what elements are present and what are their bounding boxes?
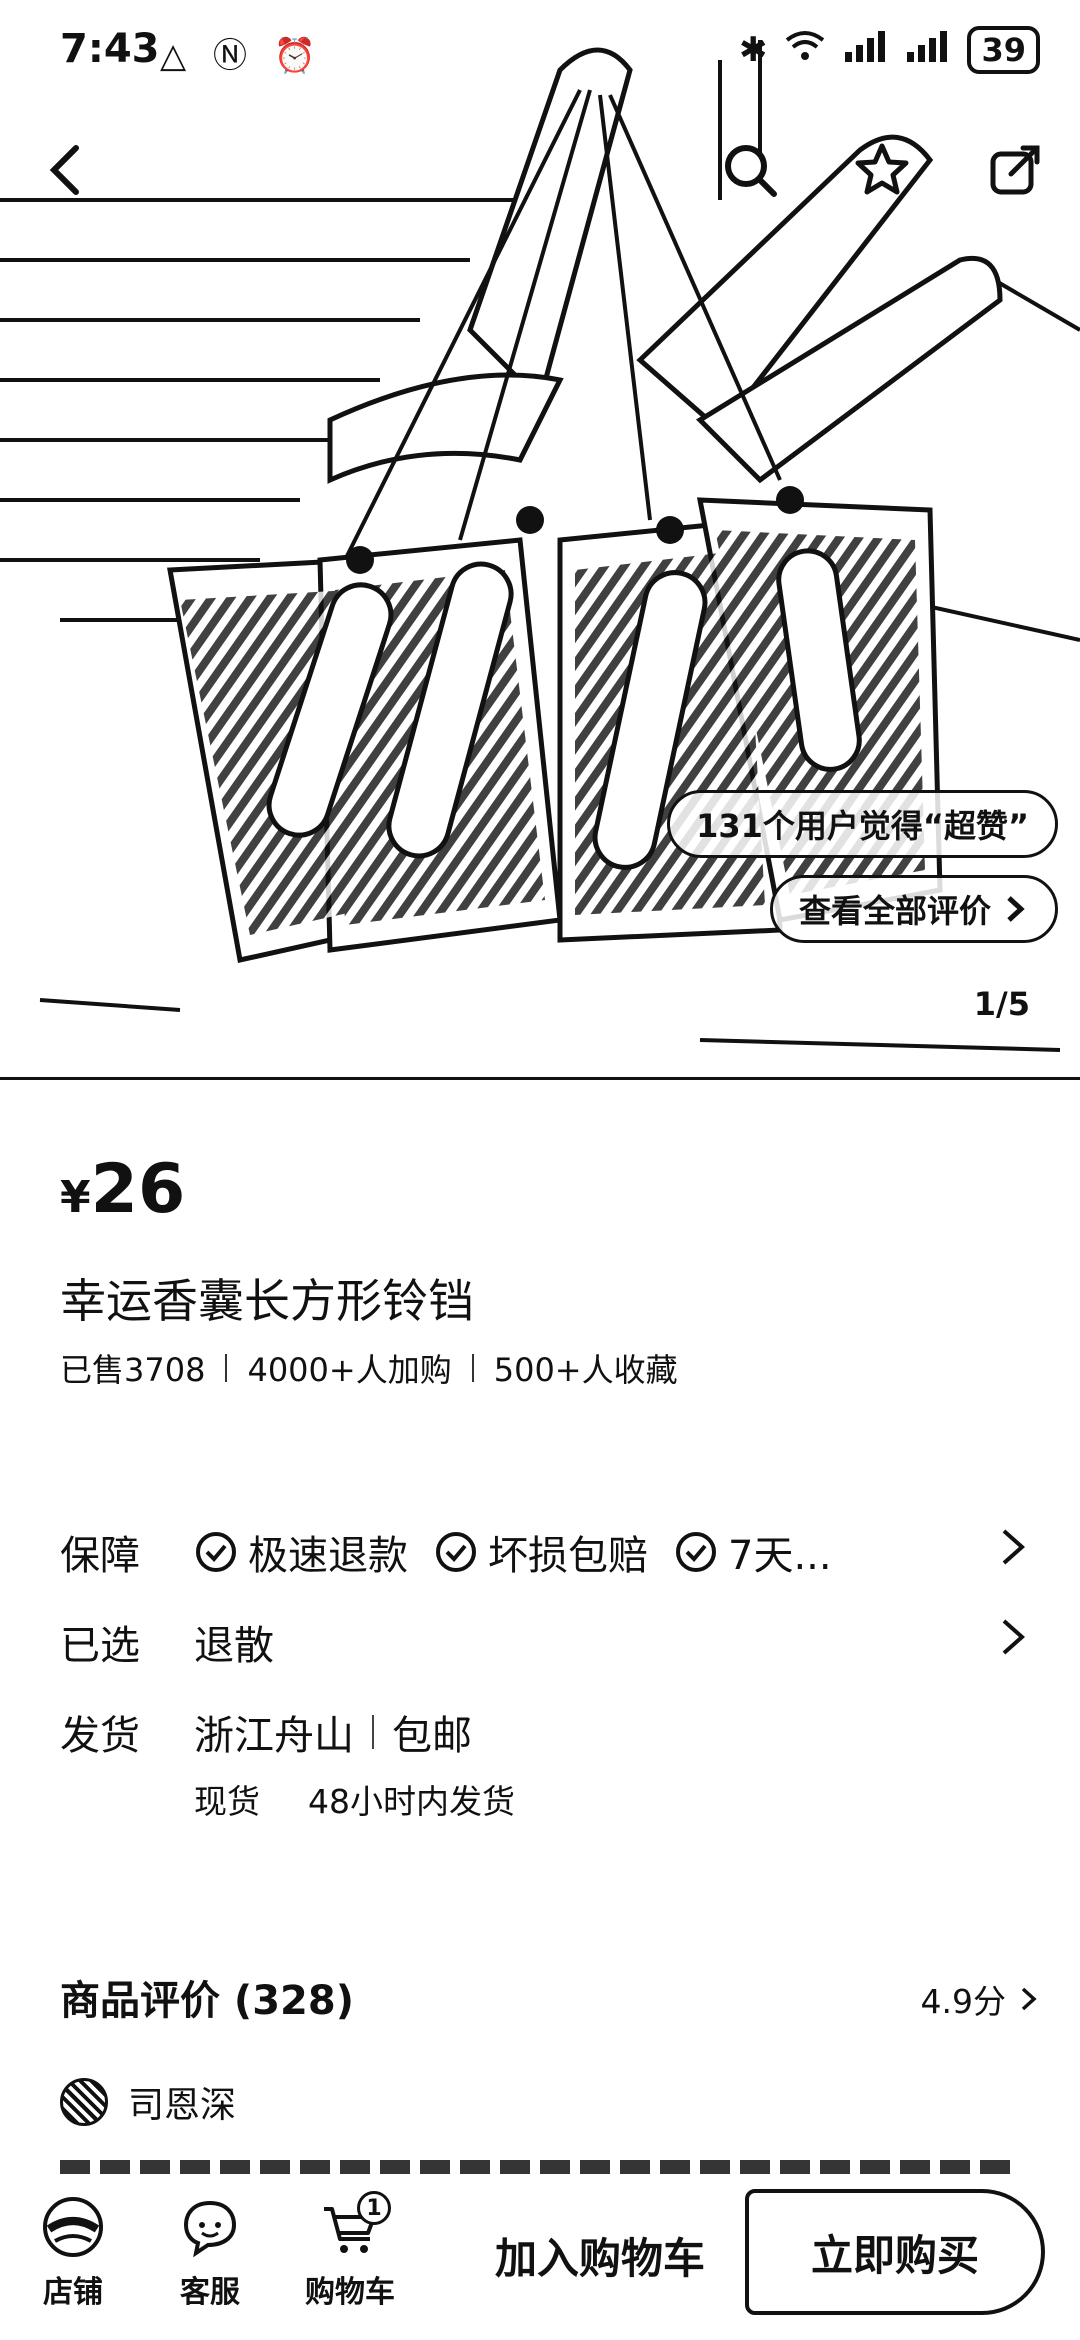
guarantee-item: 7天... (674, 1523, 832, 1581)
stock-status: 现货 (194, 1782, 260, 1821)
review-item[interactable]: 司恩深 (60, 2076, 236, 2128)
buy-now-button[interactable]: 立即购买 (745, 2189, 1045, 2315)
chat-bubble-icon (183, 2200, 237, 2258)
share-button[interactable] (975, 130, 1055, 210)
guarantee-label: 保障 (60, 1533, 140, 1579)
wifi-icon (785, 30, 825, 71)
dispatch-time: 48小时内发货 (308, 1782, 515, 1821)
view-all-reviews-button[interactable]: 查看全部评价 (769, 875, 1058, 943)
search-button[interactable] (710, 130, 790, 210)
shipping-details: 现货 48小时内发货 (194, 1775, 515, 1823)
cart-count: 4000+人加购 (247, 1351, 452, 1389)
signal-icon (843, 30, 887, 71)
guarantee-item: 极速退款 (194, 1523, 408, 1581)
chevron-right-icon (1021, 1987, 1037, 2011)
bottom-action-bar: 店铺 客服 购物车 1 加入购物车 立即购买 (0, 2175, 1080, 2340)
review-text-peek (60, 2146, 1020, 2174)
product-title: 幸运香囊长方形铃铛 (60, 1274, 474, 1328)
review-highlight-text: 131个用户觉得“超赞” (696, 807, 1029, 845)
reviews-title[interactable]: 商品评价 (328) (60, 1968, 354, 2026)
price-value: 26 (90, 1150, 186, 1229)
view-all-reviews-label: 查看全部评价 (798, 892, 991, 930)
selected-label: 已选 (60, 1623, 140, 1669)
back-button[interactable] (28, 130, 108, 210)
status-time: 7:43 (60, 26, 160, 72)
status-bar: 7:43 △ Ⓝ ⏰ ✱ 39 (0, 0, 1080, 100)
divider (225, 1354, 228, 1382)
guarantee-item: 坏损包赔 (434, 1523, 648, 1581)
guarantee-row[interactable]: 保障 极速退款 坏损包赔 7天... (60, 1523, 1030, 1581)
product-stats: 已售3708 4000+人加购 500+人收藏 (60, 1345, 678, 1391)
shipping-origin: 浙江舟山 (194, 1713, 354, 1759)
shop-tab[interactable]: 店铺 (18, 2195, 128, 2311)
sold-count: 已售3708 (60, 1351, 206, 1389)
divider (471, 1354, 474, 1382)
product-price: ¥26 (60, 1150, 185, 1229)
avatar (60, 2078, 108, 2126)
product-image-carousel[interactable]: 7:43 △ Ⓝ ⏰ ✱ 39 131个用户觉得“超赞” 查看全部评价 1/5 (0, 0, 1080, 1080)
star-icon (855, 143, 909, 195)
shipping-label: 发货 (60, 1713, 140, 1759)
reviewer-name: 司恩深 (128, 2085, 237, 2126)
customer-service-tab[interactable]: 客服 (155, 2195, 265, 2311)
cart-label: 购物车 (305, 2275, 395, 2310)
add-to-cart-button[interactable]: 加入购物车 (470, 2205, 730, 2305)
battery-indicator: 39 (967, 26, 1040, 74)
reviews-score: 4.9分 (920, 1982, 1006, 2021)
reviews-score-link[interactable]: 4.9分 (921, 1975, 1040, 2023)
shop-label: 店铺 (43, 2275, 103, 2310)
chevron-right-icon (996, 1525, 1030, 1579)
review-highlight-pill[interactable]: 131个用户觉得“超赞” (667, 790, 1058, 858)
shipping-fee: 包邮 (392, 1713, 472, 1759)
bluetooth-icon: ✱ (738, 30, 768, 70)
signal-5g-icon (905, 30, 949, 71)
favorite-button[interactable] (842, 130, 922, 210)
image-pager: 1/5 (973, 985, 1030, 1023)
shipping-row: 发货 浙江舟山 包邮 (60, 1703, 1030, 1761)
selected-value: 退散 (194, 1623, 274, 1669)
favorite-count: 500+人收藏 (493, 1351, 678, 1389)
status-right: ✱ 39 (739, 26, 1040, 74)
search-icon (725, 145, 777, 197)
check-circle-icon (436, 1532, 476, 1572)
chevron-right-icon (996, 1615, 1030, 1669)
check-circle-icon (196, 1532, 236, 1572)
selected-option-row[interactable]: 已选 退散 (60, 1613, 1030, 1671)
price-currency: ¥ (60, 1172, 91, 1223)
service-label: 客服 (180, 2275, 240, 2310)
shop-logo-icon (43, 2197, 103, 2257)
chevron-right-icon (1007, 896, 1025, 922)
chevron-left-icon (49, 145, 79, 195)
share-icon (990, 145, 1040, 195)
notification-icons: △ Ⓝ ⏰ (160, 36, 325, 76)
cart-count-badge: 1 (357, 2191, 391, 2225)
check-circle-icon (676, 1532, 716, 1572)
cart-tab[interactable]: 购物车 1 (295, 2191, 405, 2311)
divider (372, 1715, 374, 1749)
